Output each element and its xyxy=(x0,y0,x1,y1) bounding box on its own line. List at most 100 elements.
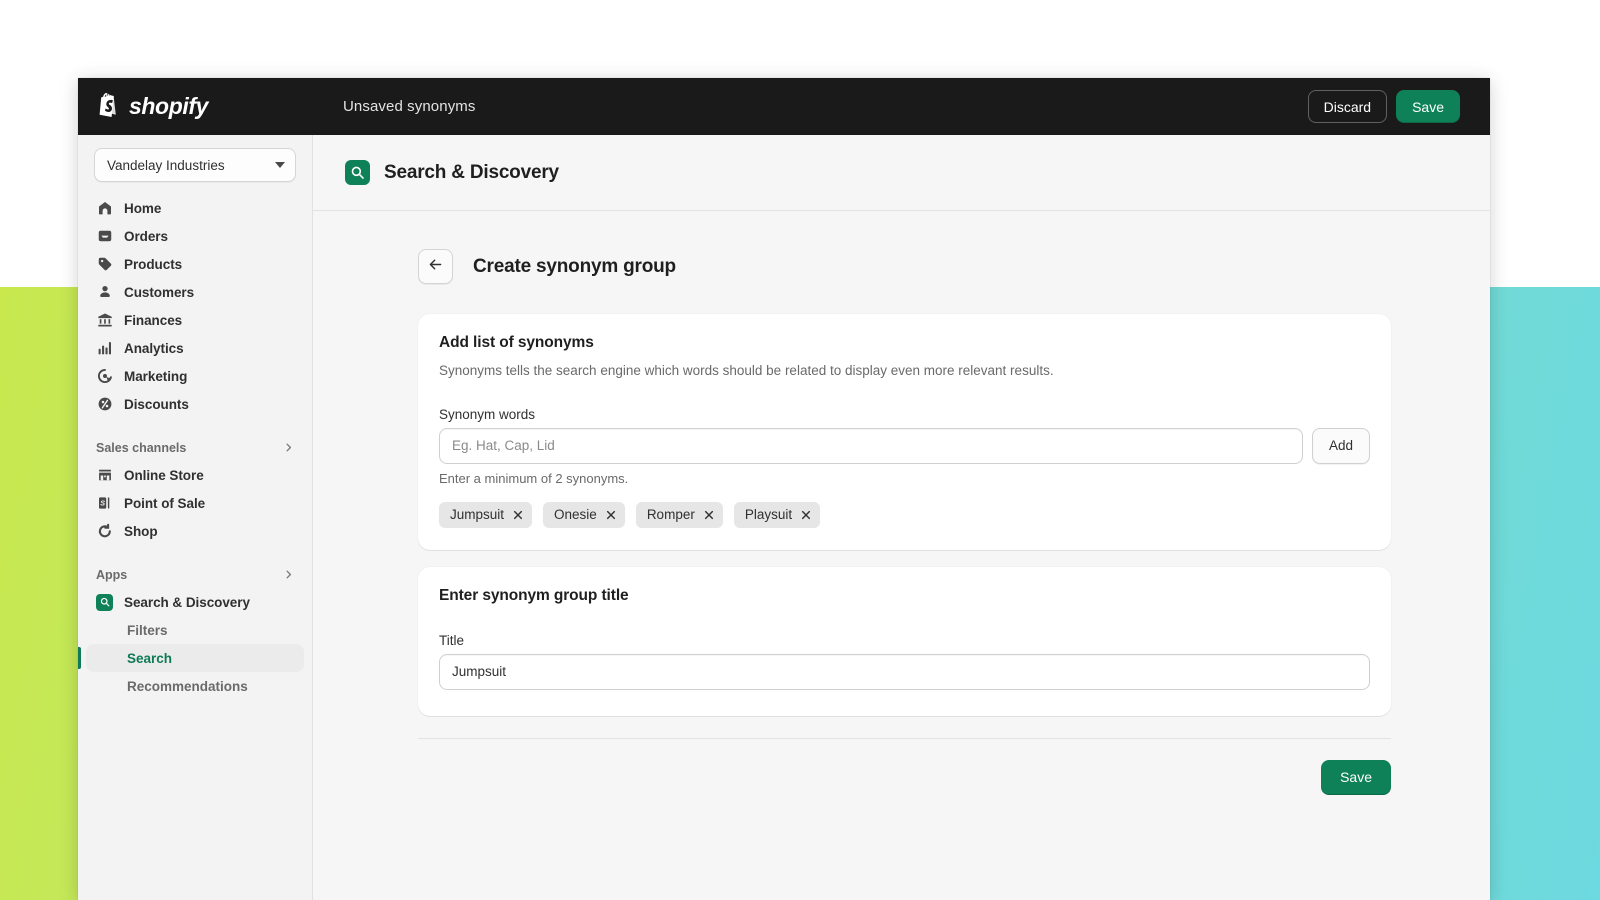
synonyms-card-description: Synonyms tells the search engine which w… xyxy=(439,363,1054,378)
close-icon[interactable] xyxy=(513,510,523,520)
footer-actions: Save xyxy=(418,759,1391,795)
section-label: Sales channels xyxy=(96,441,187,455)
page-title: Create synonym group xyxy=(473,255,676,277)
active-indicator xyxy=(78,647,81,669)
bank-icon xyxy=(96,312,113,329)
chevron-right-icon xyxy=(283,442,294,455)
synonym-group-title-input[interactable] xyxy=(439,653,1370,690)
sidebar-item-label: Products xyxy=(124,256,183,272)
sidebar-subitem-label: Recommendations xyxy=(127,678,248,694)
page-header: Create synonym group xyxy=(313,249,1490,284)
top-bar: shopify Unsaved synonyms Discard Save xyxy=(78,78,1490,135)
page-body: Create synonym group Add list of synonym… xyxy=(313,211,1490,795)
title-card: Enter synonym group title Title xyxy=(418,566,1391,716)
sidebar-item-label: Customers xyxy=(124,284,195,300)
topbar-actions: Discard Save xyxy=(1307,90,1490,123)
sidebar: Vandelay Industries Home Orders Products… xyxy=(78,135,313,900)
primary-nav: Home Orders Products Customers Finances … xyxy=(78,192,312,700)
sidebar-item-discounts[interactable]: Discounts xyxy=(86,390,304,418)
shopify-wordmark: shopify xyxy=(129,93,208,119)
discard-button[interactable]: Discard xyxy=(1307,90,1388,123)
sidebar-item-label: Shop xyxy=(124,523,158,539)
bar-chart-icon xyxy=(96,340,113,357)
synonym-chip: Playsuit xyxy=(733,501,821,528)
app-window: shopify Unsaved synonyms Discard Save Va… xyxy=(78,78,1490,900)
sidebar-item-label: Analytics xyxy=(124,340,184,356)
sidebar-item-home[interactable]: Home xyxy=(86,194,304,222)
sidebar-subitem-search[interactable]: Search xyxy=(78,644,304,672)
sidebar-item-label: Marketing xyxy=(124,368,188,384)
sidebar-item-products[interactable]: Products xyxy=(86,250,304,278)
store-name: Vandelay Industries xyxy=(107,157,225,173)
footer-divider xyxy=(418,737,1391,739)
orders-inbox-icon xyxy=(96,228,113,245)
sidebar-item-point-of-sale[interactable]: S Point of Sale xyxy=(86,489,304,517)
chip-label: Playsuit xyxy=(744,507,793,523)
app-header: Search & Discovery xyxy=(313,135,1490,211)
main-content: Search & Discovery Create synonym group … xyxy=(313,135,1490,900)
close-icon[interactable] xyxy=(606,510,616,520)
sidebar-item-search-and-discovery[interactable]: Search & Discovery xyxy=(86,588,304,616)
synonym-chip: Jumpsuit xyxy=(439,501,533,528)
sidebar-item-finances[interactable]: Finances xyxy=(86,306,304,334)
pos-device-icon: S xyxy=(96,495,113,512)
sidebar-item-analytics[interactable]: Analytics xyxy=(86,334,304,362)
shopify-bag-icon xyxy=(95,92,121,121)
chip-label: Onesie xyxy=(554,507,597,523)
store-selector[interactable]: Vandelay Industries xyxy=(94,148,296,182)
chevron-right-icon xyxy=(283,569,294,582)
home-icon xyxy=(96,200,113,217)
megaphone-target-icon xyxy=(96,368,113,385)
sidebar-item-label: Discounts xyxy=(124,396,189,412)
sidebar-item-label: Point of Sale xyxy=(124,495,206,511)
synonyms-help-text: Enter a minimum of 2 synonyms. xyxy=(439,470,629,486)
close-icon[interactable] xyxy=(801,510,811,520)
svg-text:S: S xyxy=(100,498,105,507)
back-button[interactable] xyxy=(418,249,453,284)
sidebar-item-marketing[interactable]: Marketing xyxy=(86,362,304,390)
chip-label: Jumpsuit xyxy=(450,507,505,523)
title-card-title: Enter synonym group title xyxy=(439,586,629,604)
sidebar-item-label: Finances xyxy=(124,312,183,328)
sidebar-subitem-filters[interactable]: Filters xyxy=(86,616,304,644)
save-button-top[interactable]: Save xyxy=(1396,90,1460,123)
sidebar-item-label: Online Store xyxy=(124,467,204,483)
save-button-bottom[interactable]: Save xyxy=(1321,759,1391,795)
person-icon xyxy=(96,284,113,301)
sidebar-section-apps[interactable]: Apps xyxy=(86,562,304,588)
sidebar-item-label: Orders xyxy=(124,228,168,244)
app-title: Search & Discovery xyxy=(384,161,559,183)
add-synonym-button[interactable]: Add xyxy=(1312,427,1370,464)
sidebar-subitem-label: Search xyxy=(127,650,173,666)
unsaved-status-text: Unsaved synonyms xyxy=(343,98,476,115)
search-discovery-app-icon xyxy=(345,160,370,185)
synonym-words-input[interactable] xyxy=(439,427,1303,464)
arrow-left-icon xyxy=(427,256,444,278)
product-tag-icon xyxy=(96,256,113,273)
sidebar-item-orders[interactable]: Orders xyxy=(86,222,304,250)
sidebar-item-customers[interactable]: Customers xyxy=(86,278,304,306)
synonym-words-label: Synonym words xyxy=(439,406,536,422)
section-label: Apps xyxy=(96,568,128,582)
search-discovery-app-icon xyxy=(96,593,113,611)
sidebar-subitem-label: Filters xyxy=(127,622,168,638)
synonym-chip: Onesie xyxy=(543,501,625,528)
close-icon[interactable] xyxy=(704,510,714,520)
sidebar-item-label: Home xyxy=(124,200,162,216)
synonym-chips: Jumpsuit Onesie Romper Playsuit xyxy=(439,501,1370,528)
storefront-icon xyxy=(96,467,113,484)
chip-label: Romper xyxy=(646,507,695,523)
synonyms-card-title: Add list of synonyms xyxy=(439,334,594,351)
chevron-down-icon xyxy=(275,162,285,168)
sidebar-subitem-recommendations[interactable]: Recommendations xyxy=(86,672,304,700)
discount-percent-icon xyxy=(96,396,113,413)
sidebar-item-shop[interactable]: Shop xyxy=(86,517,304,545)
sidebar-item-online-store[interactable]: Online Store xyxy=(86,461,304,489)
synonyms-card: Add list of synonyms Synonyms tells the … xyxy=(418,314,1391,550)
shop-bag-icon xyxy=(96,523,113,540)
sidebar-item-label: Search & Discovery xyxy=(124,594,250,610)
synonym-chip: Romper xyxy=(635,501,723,528)
sidebar-section-sales-channels[interactable]: Sales channels xyxy=(86,435,304,461)
shopify-logo[interactable]: shopify xyxy=(78,78,313,135)
title-field-label: Title xyxy=(439,632,465,648)
